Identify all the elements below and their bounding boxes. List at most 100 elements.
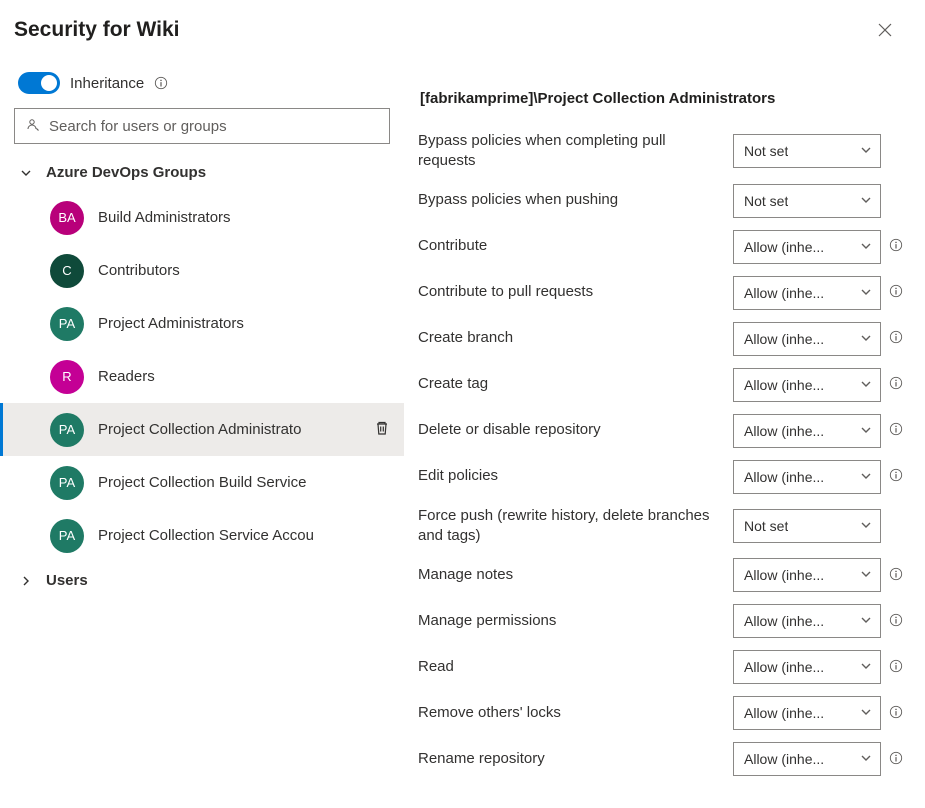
permission-dropdown[interactable]: Not set xyxy=(733,184,881,218)
info-icon[interactable] xyxy=(889,376,903,393)
group-name: Project Collection Administrato xyxy=(98,421,356,438)
list-item[interactable]: PAProject Collection Service Accou xyxy=(0,509,404,562)
info-icon[interactable] xyxy=(889,238,903,255)
permission-value: Allow (inhe... xyxy=(744,285,824,301)
search-input[interactable] xyxy=(49,118,379,135)
group-name: Project Collection Service Accou xyxy=(98,527,394,544)
dialog-content: Inheritance Azure DevOps Groups xyxy=(0,54,925,808)
permission-label: Bypass policies when completing pull req… xyxy=(418,131,733,172)
list-item[interactable]: PA Project Administrators xyxy=(0,297,404,350)
permission-label: Edit policies xyxy=(418,466,733,486)
info-icon[interactable] xyxy=(889,422,903,439)
permission-dropdown[interactable]: Allow (inhe... xyxy=(733,558,881,592)
permission-dropdown[interactable]: Allow (inhe... xyxy=(733,322,881,356)
groups-header[interactable]: Azure DevOps Groups xyxy=(0,154,404,191)
info-icon[interactable] xyxy=(889,613,903,630)
permission-value: Not set xyxy=(744,518,788,534)
chevron-down-icon xyxy=(860,143,872,159)
chevron-down-icon xyxy=(860,659,872,675)
permission-value: Allow (inhe... xyxy=(744,239,824,255)
chevron-down-icon xyxy=(860,518,872,534)
permission-row: Delete or disable repositoryAllow (inhe.… xyxy=(418,408,911,454)
info-icon[interactable] xyxy=(889,705,903,722)
groups-list: BABuild AdministratorsCContributorsPAPro… xyxy=(0,191,404,562)
group-name: Readers xyxy=(98,368,394,385)
delete-button[interactable] xyxy=(370,416,394,443)
left-panel: Inheritance Azure DevOps Groups xyxy=(0,54,404,808)
inheritance-label: Inheritance xyxy=(70,75,144,92)
permission-info-slot xyxy=(881,613,911,630)
permission-label: Create branch xyxy=(418,328,733,348)
permissions-list: Bypass policies when completing pull req… xyxy=(418,125,911,782)
close-button[interactable] xyxy=(873,18,897,42)
security-dialog: Security for Wiki Inheritance xyxy=(0,0,925,808)
permission-row: Rename repositoryAllow (inhe... xyxy=(418,736,911,782)
info-icon[interactable] xyxy=(889,751,903,768)
permission-info-slot xyxy=(881,376,911,393)
permission-info-slot xyxy=(881,567,911,584)
list-item[interactable]: R Readers xyxy=(0,350,404,403)
permission-dropdown[interactable]: Allow (inhe... xyxy=(733,696,881,730)
permission-dropdown[interactable]: Not set xyxy=(733,509,881,543)
permission-dropdown[interactable]: Allow (inhe... xyxy=(733,460,881,494)
chevron-down-icon xyxy=(20,167,32,179)
permission-dropdown[interactable]: Allow (inhe... xyxy=(733,742,881,776)
chevron-down-icon xyxy=(860,613,872,629)
permission-value: Not set xyxy=(744,143,788,159)
list-item[interactable]: PAProject Collection Administrato xyxy=(0,403,404,456)
permission-label: Contribute to pull requests xyxy=(418,282,733,302)
group-name: Contributors xyxy=(98,262,394,279)
permission-label: Bypass policies when pushing xyxy=(418,190,733,210)
permission-dropdown[interactable]: Allow (inhe... xyxy=(733,414,881,448)
permission-row: Create branchAllow (inhe... xyxy=(418,316,911,362)
permission-info-slot xyxy=(881,284,911,301)
permission-info-slot xyxy=(881,238,911,255)
avatar: R xyxy=(50,360,84,394)
selected-group-title: [fabrikamprime]\Project Collection Admin… xyxy=(418,90,911,125)
chevron-down-icon xyxy=(860,751,872,767)
users-header[interactable]: Users xyxy=(0,562,404,599)
permission-dropdown[interactable]: Allow (inhe... xyxy=(733,230,881,264)
permission-dropdown[interactable]: Allow (inhe... xyxy=(733,276,881,310)
permission-row: Force push (rewrite history, delete bran… xyxy=(418,500,911,553)
info-icon[interactable] xyxy=(154,76,168,90)
permission-dropdown[interactable]: Allow (inhe... xyxy=(733,650,881,684)
users-header-label: Users xyxy=(46,572,88,589)
chevron-down-icon xyxy=(860,193,872,209)
permission-value: Allow (inhe... xyxy=(744,751,824,767)
info-icon[interactable] xyxy=(889,659,903,676)
info-icon[interactable] xyxy=(889,567,903,584)
avatar: BA xyxy=(50,201,84,235)
permission-dropdown[interactable]: Allow (inhe... xyxy=(733,604,881,638)
chevron-down-icon xyxy=(860,423,872,439)
permission-value: Not set xyxy=(744,193,788,209)
permission-value: Allow (inhe... xyxy=(744,469,824,485)
permission-label: Force push (rewrite history, delete bran… xyxy=(418,506,733,547)
list-item[interactable]: PAProject Collection Build Service xyxy=(0,456,404,509)
permission-label: Contribute xyxy=(418,236,733,256)
permission-row: Remove others' locksAllow (inhe... xyxy=(418,690,911,736)
list-item[interactable]: CContributors xyxy=(0,244,404,297)
permission-dropdown[interactable]: Allow (inhe... xyxy=(733,368,881,402)
group-name: Project Administrators xyxy=(98,315,394,332)
permission-row: Contribute Allow (inhe... xyxy=(418,224,911,270)
info-icon[interactable] xyxy=(889,330,903,347)
permission-dropdown[interactable]: Not set xyxy=(733,134,881,168)
dialog-title: Security for Wiki xyxy=(14,18,180,42)
info-icon[interactable] xyxy=(889,468,903,485)
chevron-down-icon xyxy=(860,469,872,485)
inheritance-toggle[interactable] xyxy=(18,72,60,94)
permission-row: Manage notesAllow (inhe... xyxy=(418,552,911,598)
permission-info-slot xyxy=(881,330,911,347)
info-icon[interactable] xyxy=(889,284,903,301)
person-search-icon xyxy=(25,117,41,136)
permission-row: Create tagAllow (inhe... xyxy=(418,362,911,408)
chevron-down-icon xyxy=(860,377,872,393)
search-box[interactable] xyxy=(14,108,390,144)
permission-info-slot xyxy=(881,468,911,485)
inheritance-row: Inheritance xyxy=(0,72,404,108)
permission-label: Create tag xyxy=(418,374,733,394)
chevron-right-icon xyxy=(20,575,32,587)
avatar: PA xyxy=(50,307,84,341)
list-item[interactable]: BABuild Administrators xyxy=(0,191,404,244)
